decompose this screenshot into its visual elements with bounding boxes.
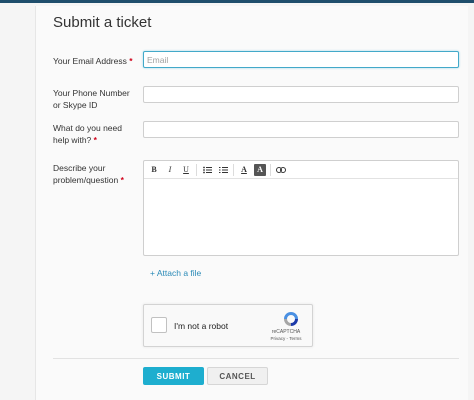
attach-file-link[interactable]: + Attach a file xyxy=(150,268,201,278)
email-field[interactable] xyxy=(143,51,459,68)
toolbar-divider xyxy=(196,163,197,176)
describe-label-line2: problem/question xyxy=(53,175,119,185)
bullet-list-icon xyxy=(202,166,212,173)
recaptcha-logo-icon xyxy=(284,312,298,326)
link-button[interactable] xyxy=(275,164,287,176)
phone-label-line2: or Skype ID xyxy=(53,100,98,110)
recaptcha-brand: reCAPTCHA xyxy=(271,329,301,335)
phone-label-line1: Your Phone Number xyxy=(53,88,130,98)
required-mark: * xyxy=(129,56,133,66)
form-divider xyxy=(53,358,459,359)
phone-label: Your Phone Number or Skype ID xyxy=(53,87,130,111)
need-label-line2: help with? xyxy=(53,135,92,145)
required-mark: * xyxy=(93,135,97,145)
phone-field[interactable] xyxy=(143,86,459,103)
page: Submit a ticket Your Email Address * You… xyxy=(0,0,474,400)
need-label-line2-row: help with? * xyxy=(53,134,122,146)
recaptcha-checkbox[interactable] xyxy=(151,317,167,333)
describe-label-line1: Describe your xyxy=(53,163,106,173)
description-textarea[interactable] xyxy=(144,179,458,255)
recaptcha-label: I'm not a robot xyxy=(174,321,229,331)
toolbar-divider xyxy=(233,163,234,176)
need-label-line1: What do you need xyxy=(53,123,122,133)
need-label: What do you need help with? * xyxy=(53,122,122,146)
page-title: Submit a ticket xyxy=(53,14,152,31)
description-editor: B I U A A xyxy=(143,160,459,256)
underline-button[interactable]: U xyxy=(180,164,192,176)
required-mark: * xyxy=(120,175,124,185)
email-label-text: Your Email Address xyxy=(53,56,127,66)
text-color-button[interactable]: A xyxy=(238,164,250,176)
describe-label-line2-row: problem/question * xyxy=(53,174,124,186)
editor-toolbar: B I U A A xyxy=(144,161,458,179)
email-label: Your Email Address * xyxy=(53,55,133,67)
submit-button[interactable]: SUBMIT xyxy=(143,367,204,385)
background-color-button[interactable]: A xyxy=(254,163,266,176)
recaptcha-widget: I'm not a robot reCAPTCHA Privacy - Term… xyxy=(143,304,313,347)
italic-button[interactable]: I xyxy=(164,164,176,176)
link-icon xyxy=(276,166,286,173)
recaptcha-privacy-terms[interactable]: Privacy - Terms xyxy=(266,336,306,341)
top-bar xyxy=(0,0,474,3)
toolbar-divider xyxy=(270,163,271,176)
numbered-list-icon xyxy=(218,166,228,173)
numbered-list-button[interactable] xyxy=(217,164,229,176)
cancel-button[interactable]: CANCEL xyxy=(207,367,268,385)
describe-label: Describe your problem/question * xyxy=(53,162,124,186)
need-help-field[interactable] xyxy=(143,121,459,138)
bullet-list-button[interactable] xyxy=(201,164,213,176)
bold-button[interactable]: B xyxy=(148,164,160,176)
